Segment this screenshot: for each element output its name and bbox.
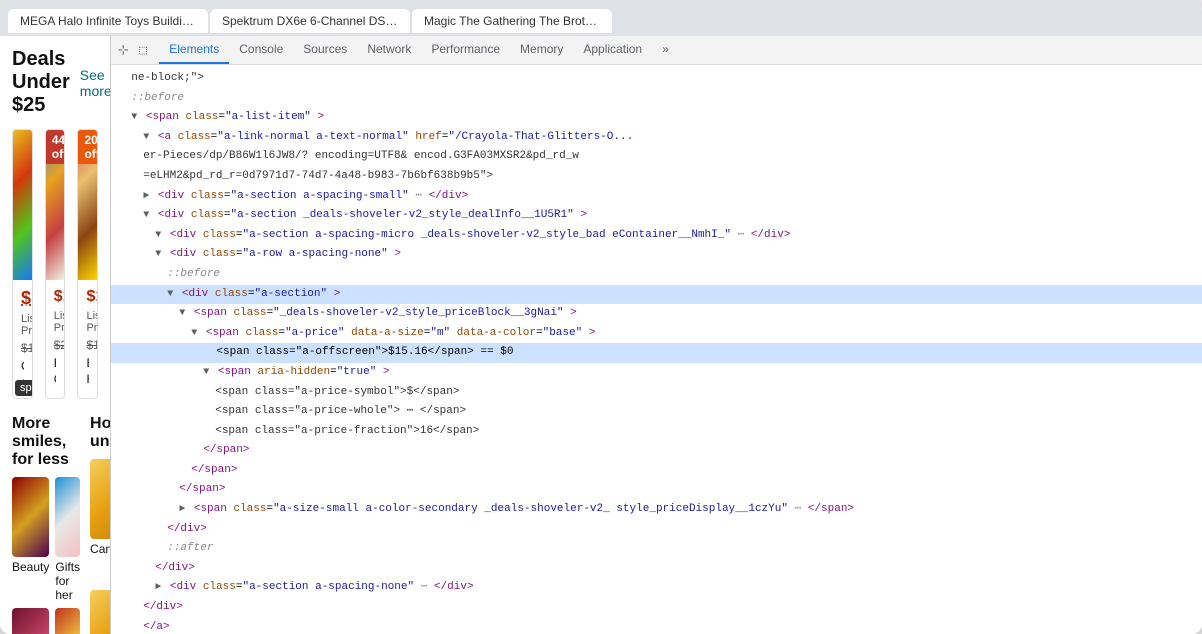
price-row-2: $14.46 List Price: $26.00 [54, 288, 57, 352]
tab-elements[interactable]: Elements [159, 36, 229, 64]
html-line[interactable]: </div> [111, 559, 1202, 579]
tab-application[interactable]: Application [573, 36, 652, 64]
amazon-panel: Deals Under $25 See more span.a-offscree… [0, 36, 111, 634]
html-line-selected[interactable]: ▼ <div class="a-section" > [111, 285, 1202, 305]
tab-sources[interactable]: Sources [293, 36, 357, 64]
product-image-1 [13, 130, 32, 280]
box-icon[interactable]: ⬚ [135, 42, 151, 58]
category-thumb-candles [90, 459, 111, 539]
html-line[interactable]: ► <div class="a-section a-spacing-none" … [111, 578, 1202, 598]
category-candles2[interactable] [90, 590, 111, 634]
deal-badge-3: 20% off [78, 130, 98, 164]
list-price-3: $14.99 [86, 338, 98, 352]
deals-title: Deals Under $25 [12, 48, 70, 117]
html-line[interactable]: ▼ <span aria-hidden="true" > [111, 363, 1202, 383]
section-title-host: Host gifts under $50 [90, 415, 111, 451]
category-candles[interactable]: Candles [90, 459, 111, 584]
html-line[interactable]: ::before [111, 89, 1202, 109]
deals-grid: span.a-offscreen 54.03 × 22 $15.16 List … [12, 129, 98, 399]
tab-performance[interactable]: Performance [421, 36, 510, 64]
category-thumb-beauty2 [12, 608, 49, 634]
html-line[interactable]: </div> [111, 520, 1202, 540]
html-line[interactable]: <span class="a-price-fraction">16</span> [111, 422, 1202, 442]
section-host-gifts: Host gifts under $50 Candles Coffee tabl… [90, 415, 111, 634]
section-more-smiles: More smiles, for less Beauty Gifts for h… [12, 415, 80, 634]
deal-card-2[interactable]: 44% off $14.46 List Price: $26.00 Buffal… [45, 129, 66, 399]
section-grid: More smiles, for less Beauty Gifts for h… [12, 415, 98, 634]
price-1: $15.16 [21, 288, 33, 309]
category-gifts-her[interactable]: Gifts for her [55, 477, 80, 602]
html-line[interactable]: ▼ <span class="_deals-shoveler-v2_style_… [111, 304, 1202, 324]
price-row-3: $11.99 List Price: $14.99 [86, 288, 89, 352]
category-thumb-gift2 [55, 608, 80, 634]
tab-1[interactable]: MEGA Halo Infinite Toys Building Set f..… [8, 9, 208, 33]
html-line[interactable]: <span class="a-price-whole"> ⋯ </span> [111, 402, 1202, 422]
category-thumb-candles2 [90, 590, 111, 634]
category-grid-host: Candles Coffee table books [90, 459, 111, 634]
price-2: $14.46 [54, 288, 66, 306]
category-grid-smiles: Beauty Gifts for her [12, 477, 80, 634]
html-line-price[interactable]: <span class="a-offscreen">$15.16</span> … [111, 343, 1202, 363]
html-line[interactable]: ► <span class="a-size-small a-color-seco… [111, 500, 1202, 520]
html-line[interactable]: ne-block;"> [111, 69, 1202, 89]
list-price-1: $18.99 [21, 341, 33, 355]
html-line[interactable]: ▼ <div class="a-row a-spacing-none" > [111, 245, 1202, 265]
html-line[interactable]: </span> [111, 441, 1202, 461]
tab-bar: MEGA Halo Infinite Toys Building Set f..… [0, 0, 1202, 36]
html-line[interactable]: </a> [111, 618, 1202, 634]
list-price-label-1: List Price: [21, 313, 33, 337]
tab-3[interactable]: Magic The Gathering The Brothers Wa... [412, 9, 612, 33]
html-line[interactable]: </span> [111, 480, 1202, 500]
devtools-content: ne-block;"> ::before ▼ <span class="a-li… [111, 65, 1202, 634]
list-price-2: $26.00 [54, 338, 66, 352]
deals-header: Deals Under $25 See more [12, 48, 98, 117]
cursor-icon[interactable]: ⊹ [115, 42, 131, 58]
main-content: Deals Under $25 See more span.a-offscree… [0, 36, 1202, 634]
html-line[interactable]: =eLHM2&pd_rd_r=0d7971d7-74d7-4a48-b983-7… [111, 167, 1202, 187]
category-gift2[interactable] [55, 608, 80, 634]
section-title-smiles: More smiles, for less [12, 415, 80, 469]
category-label-gifts: Gifts for her [55, 560, 80, 602]
html-line[interactable]: ▼ <span class="a-price" data-a-size="m" … [111, 324, 1202, 344]
html-line[interactable]: ::before [111, 265, 1202, 285]
tab-memory[interactable]: Memory [510, 36, 573, 64]
tab-network[interactable]: Network [357, 36, 421, 64]
category-thumb-gifts [55, 477, 80, 557]
category-beauty[interactable]: Beauty [12, 477, 49, 602]
list-price-label-2: List Price: [54, 310, 66, 334]
element-tooltip: span.a-offscreen 54.03 × 22 [15, 380, 33, 396]
tab-2[interactable]: Spektrum DX6e 6-Channel DSMX 2.4G... [210, 9, 410, 33]
category-label-beauty: Beauty [12, 560, 49, 574]
html-line[interactable]: ▼ <span class="a-list-item" > [111, 108, 1202, 128]
category-thumb-beauty [12, 477, 49, 557]
product-title-2: Buffalo Games - Cinque Terre - 1000 P... [54, 356, 57, 387]
html-line[interactable]: </span> [111, 461, 1202, 481]
deal-info-3: $11.99 List Price: $14.99 Enola Holmes: … [78, 280, 97, 395]
html-line[interactable]: ▼ <a class="a-link-normal a-text-normal"… [111, 128, 1202, 148]
html-line[interactable]: ::after [111, 539, 1202, 559]
html-line[interactable]: er-Pieces/dp/B86W1l6JW8/? encoding=UTF8&… [111, 147, 1202, 167]
category-label-candles: Candles [90, 542, 111, 556]
deal-info-2: $14.46 List Price: $26.00 Buffalo Games … [46, 280, 65, 395]
deal-card-3[interactable]: 20% off $11.99 List Price: $14.99 Enola … [77, 129, 98, 399]
devtools-panel: ⊹ ⬚ Elements Console Sources Network Per… [111, 36, 1202, 634]
price-3: $11.99 [86, 288, 98, 306]
html-line[interactable]: ► <div class="a-section a-spacing-small"… [111, 187, 1202, 207]
html-line[interactable]: </div> [111, 598, 1202, 618]
deal-badge-2: 44% off [46, 130, 66, 164]
browser-window: MEGA Halo Infinite Toys Building Set f..… [0, 0, 1202, 634]
html-line[interactable]: ▼ <div class="a-section _deals-shoveler-… [111, 206, 1202, 226]
list-price-label-3: List Price: [86, 310, 98, 334]
deal-card-1[interactable]: span.a-offscreen 54.03 × 22 $15.16 List … [12, 129, 33, 399]
category-beauty2[interactable] [12, 608, 49, 634]
devtools-tab-bar: ⊹ ⬚ Elements Console Sources Network Per… [111, 36, 1202, 65]
product-title-3: Enola Holmes: The Graphic Novels: Th... [86, 356, 89, 387]
html-line[interactable]: <span class="a-price-symbol">$</span> [111, 383, 1202, 403]
see-more-link[interactable]: See more [80, 67, 111, 99]
tab-console[interactable]: Console [229, 36, 293, 64]
price-row-1: $15.16 List Price: $18.99 [21, 288, 24, 355]
html-line[interactable]: ▼ <div class="a-section a-spacing-micro … [111, 226, 1202, 246]
tab-more[interactable]: » [652, 36, 679, 64]
